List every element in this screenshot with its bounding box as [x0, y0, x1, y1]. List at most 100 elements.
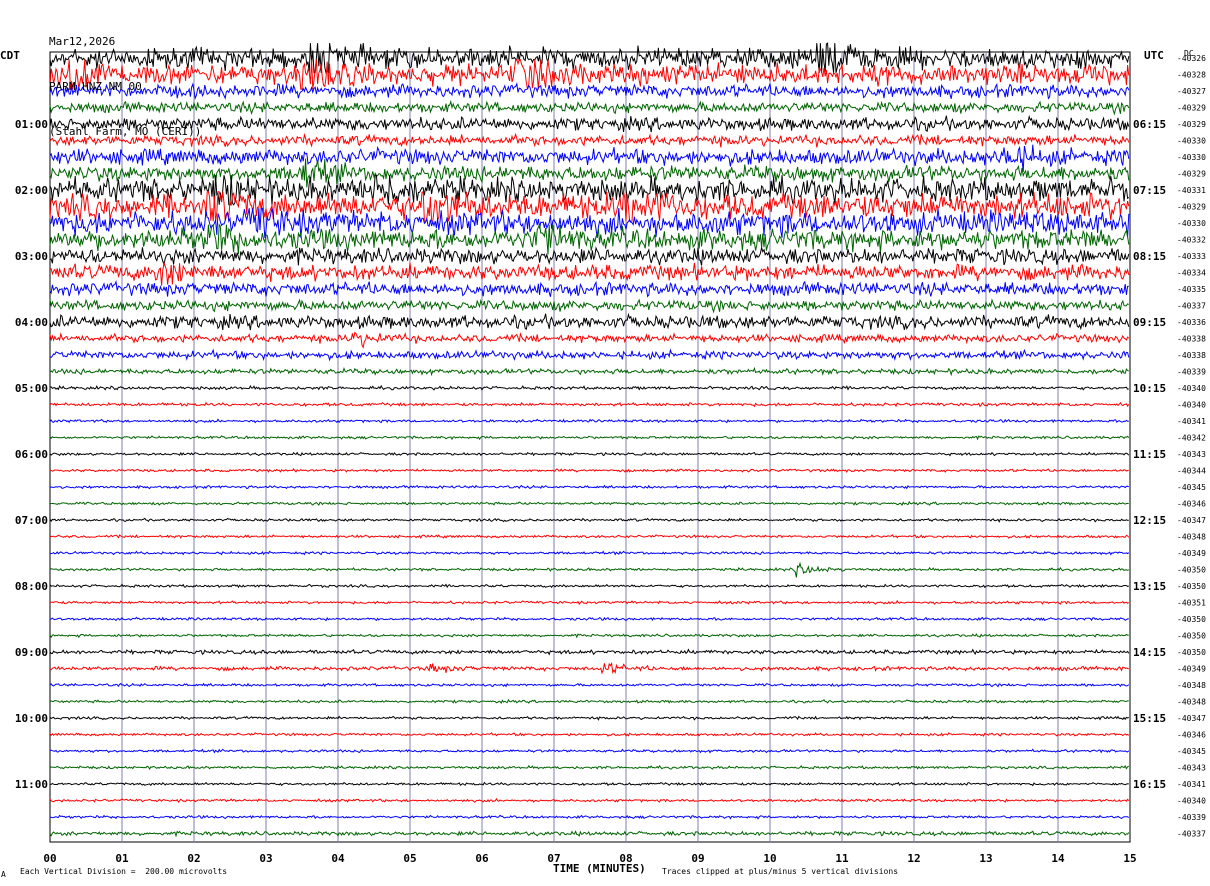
- trace-line: [50, 599, 1130, 605]
- trace-offset-label: -40330: [1177, 219, 1206, 228]
- left-time-labels: 01:00 02:00 03:00 04:00 05:00 06:00 07:00 08:00…: [15, 118, 48, 791]
- trace-offset-label: -40345: [1177, 747, 1206, 756]
- trace-line: [49, 312, 1130, 331]
- trace-offset-label: -40348: [1177, 533, 1206, 542]
- right-time-label: 10:15: [1133, 382, 1166, 395]
- trace-offset-label: -40350: [1177, 615, 1206, 624]
- x-tick-label: 11: [835, 852, 849, 865]
- trace-line: [49, 616, 1129, 622]
- scale-note: Each Vertical Division = 200.00 microvol…: [20, 867, 228, 876]
- trace-offset-label: -40329: [1177, 170, 1206, 179]
- trace-offset-label: -40342: [1177, 434, 1206, 443]
- left-time-label: 10:00: [15, 712, 48, 725]
- trace-line: [49, 732, 1130, 737]
- trace-offset-label: -40349: [1177, 549, 1206, 558]
- trace-line: [49, 682, 1130, 688]
- chart-header: Mar12,2026 PARM HNZ NM 00 (Stahl Farm, M…: [49, 4, 201, 154]
- trace-line: [49, 830, 1130, 838]
- x-tick-label: 12: [907, 852, 920, 865]
- trace-line: [49, 451, 1130, 457]
- x-tick-label: 04: [331, 852, 345, 865]
- trace-offset-label: -40351: [1177, 599, 1206, 608]
- x-tick-label: 09: [691, 852, 704, 865]
- trace-line: [49, 468, 1129, 473]
- trace-offset-label: -40348: [1177, 698, 1206, 707]
- left-time-label: 02:00: [15, 184, 48, 197]
- trace-offset-label: -40347: [1177, 516, 1206, 525]
- trace-offset-label: -40337: [1177, 830, 1206, 839]
- trace-offset-label: -40336: [1177, 318, 1206, 327]
- trace-line: [49, 59, 1130, 90]
- trace-line: [49, 348, 1130, 362]
- x-axis-title: TIME (MINUTES): [553, 862, 646, 875]
- trace-offset-label: -40350: [1177, 582, 1206, 591]
- x-tick-label: 01: [115, 852, 129, 865]
- trace-line: [49, 81, 1130, 101]
- right-time-label: 16:15: [1133, 778, 1166, 791]
- trace-line: [49, 401, 1130, 408]
- trace-offset-label: -40335: [1177, 285, 1206, 294]
- right-time-label: 07:15: [1133, 184, 1166, 197]
- trace-line: [49, 435, 1130, 441]
- trace-line: [49, 158, 1130, 188]
- x-tick-label: 05: [403, 852, 416, 865]
- trace-offset-label: -40330: [1177, 137, 1206, 146]
- trace-offset-label: -40339: [1177, 813, 1206, 822]
- trace-offset-label: -40341: [1177, 417, 1206, 426]
- trace-offset-label: -40329: [1177, 104, 1206, 113]
- trace-line: [49, 698, 1129, 705]
- header-station: PARM HNZ NM 00: [49, 80, 142, 93]
- right-time-label: 13:15: [1133, 580, 1166, 593]
- trace-offset-label: -40347: [1177, 714, 1206, 723]
- trace-line: [49, 500, 1129, 507]
- trace-line: [49, 517, 1129, 523]
- trace-line: [49, 484, 1130, 490]
- trace-line: [49, 648, 1130, 656]
- x-tick-label: 13: [979, 852, 992, 865]
- trace-line: [49, 261, 1130, 286]
- x-tick-label: 14: [1051, 852, 1065, 865]
- trace-offset-label: -40345: [1177, 483, 1206, 492]
- left-time-label: 06:00: [15, 448, 48, 461]
- trace-offset-label: -40332: [1177, 236, 1206, 245]
- trace-line: [49, 418, 1129, 424]
- trace-offset-label: -40340: [1177, 797, 1206, 806]
- trace-offset-label: -40350: [1177, 632, 1206, 641]
- trace-line: [49, 99, 1130, 116]
- trace-line: [49, 144, 1130, 172]
- trace-line: [49, 814, 1130, 820]
- trace-offset-labels: -40326-40328-40327-40329-40329-40330-403…: [1177, 54, 1206, 839]
- trace-line: [49, 534, 1130, 539]
- trace-offset-label: -40338: [1177, 335, 1206, 344]
- trace-offset-label: -40334: [1177, 269, 1206, 278]
- seismic-traces: [49, 42, 1130, 838]
- trace-line: [49, 331, 1130, 349]
- trace-offset-label: -40349: [1177, 665, 1206, 674]
- right-axis-label: UTC: [1144, 49, 1164, 62]
- trace-offset-label: -40343: [1177, 450, 1206, 459]
- trace-line: [50, 550, 1130, 556]
- trace-line: [49, 583, 1129, 589]
- right-time-label: 11:15: [1133, 448, 1166, 461]
- trace-line: [49, 661, 1129, 675]
- trace-offset-label: -40329: [1177, 203, 1206, 212]
- header-date: Mar12,2026: [49, 35, 116, 48]
- right-time-labels: 06:15 07:15 08:15 09:15 10:15 11:15 12:15 13:15…: [1133, 118, 1166, 791]
- x-tick-label: 06: [475, 852, 489, 865]
- x-tick-label: 02: [187, 852, 200, 865]
- trace-line: [49, 246, 1130, 267]
- header-location: (Stahl Farm, MO (CERI)): [49, 125, 202, 138]
- trace-line: [49, 298, 1129, 314]
- trace-offset-label: -40333: [1177, 252, 1206, 261]
- trace-line: [49, 764, 1130, 770]
- trace-offset-label: -40341: [1177, 780, 1206, 789]
- left-time-label: 04:00: [15, 316, 48, 329]
- trace-offset-label: -40346: [1177, 731, 1206, 740]
- right-time-label: 12:15: [1133, 514, 1166, 527]
- trace-offset-label: -40331: [1177, 186, 1206, 195]
- trace-offset-label: -40340: [1177, 384, 1206, 393]
- clip-note: Traces clipped at plus/minus 5 vertical …: [662, 867, 899, 876]
- trace-line: [49, 748, 1130, 754]
- left-time-label: 08:00: [15, 580, 48, 593]
- trace-line: [49, 715, 1130, 721]
